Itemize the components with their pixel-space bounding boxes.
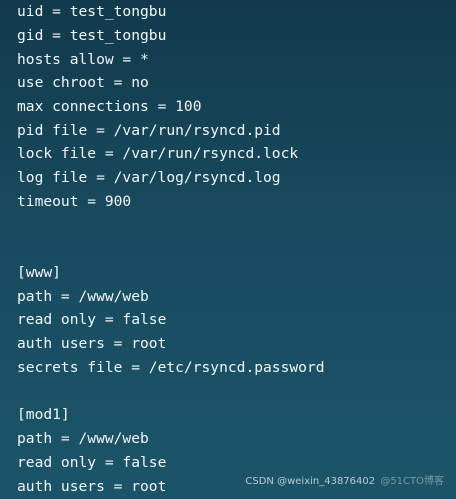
code-line-gid: gid = test_tongbu [17,27,167,44]
code-line-secrets-file: secrets file = /etc/rsyncd.password [17,359,325,376]
watermark: CSDN @weixin_43876402 @51CTO博客 [245,472,444,487]
code-line-max-connections: max connections = 100 [17,98,202,115]
code-line-lock-file: lock file = /var/run/rsyncd.lock [17,145,299,162]
code-line-auth-users: auth users = root [17,335,167,352]
code-line-pid-file: pid file = /var/run/rsyncd.pid [17,122,281,139]
code-line-read-only: read only = false [17,311,167,328]
code-line-hosts-allow: hosts allow = * [17,51,149,68]
code-line-timeout: timeout = 900 [17,193,132,210]
code-line-auth-users-mod1: auth users = root [17,478,167,495]
code-line-path: path = /www/web [17,288,149,305]
code-line-section-www: [www] [17,264,61,281]
code-line-path-mod1: path = /www/web [17,430,149,447]
code-line-use-chroot: use chroot = no [17,74,149,91]
code-line-log-file: log file = /var/log/rsyncd.log [17,169,281,186]
watermark-51cto: @51CTO博客 [380,476,444,487]
code-editor: uid = test_tongbu gid = test_tongbu host… [0,0,456,499]
watermark-csdn: CSDN @weixin_43876402 [245,476,376,487]
code-line-read-only-mod1: read only = false [17,454,167,471]
code-line-uid: uid = test_tongbu [17,3,167,20]
code-line-section-mod1: [mod1] [17,406,70,423]
